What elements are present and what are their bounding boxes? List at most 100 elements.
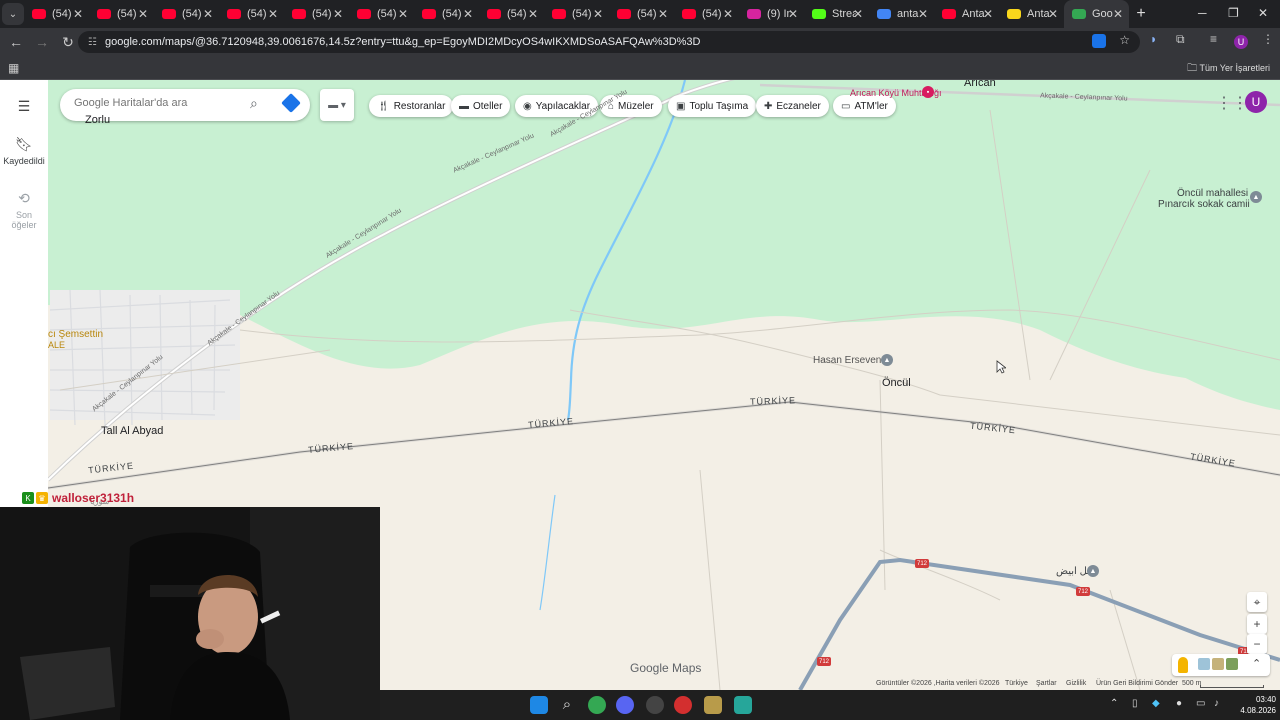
menu-kebab-icon[interactable]: ⋮ [1262, 32, 1274, 46]
category-chip[interactable]: ▭ ATM'ler [833, 95, 896, 117]
extensions-icon[interactable]: ⧉ [1176, 32, 1185, 47]
place-label-semsettin[interactable]: cı Şemsettin [48, 329, 103, 340]
discord-icon[interactable] [616, 696, 634, 714]
new-tab-button[interactable]: + [1129, 5, 1153, 23]
back-icon[interactable]: ← [4, 30, 28, 54]
windows-start-icon[interactable] [530, 696, 548, 714]
tab-close-icon[interactable]: ✕ [658, 7, 668, 21]
place-label-arican[interactable]: Arıcan [964, 80, 996, 89]
place-label-oncul-mosque-2[interactable]: Pınarcık sokak camii [1158, 199, 1250, 210]
bookmark-star-icon[interactable]: ☆ [1119, 33, 1130, 47]
tab-close-icon[interactable]: ✕ [203, 7, 213, 21]
place-label-zorlu[interactable]: Zorlu [85, 114, 110, 126]
browser-tab[interactable]: (54) ✕ [479, 0, 544, 28]
address-bar[interactable]: ☷ google.com/maps/@36.7120948,39.0061676… [78, 31, 1140, 53]
saved-button[interactable]: 🔖︎ Kaydedildi [0, 136, 48, 166]
layers-panel[interactable]: ⌃ [1172, 654, 1270, 676]
tab-close-icon[interactable]: ✕ [918, 7, 928, 21]
browser-tab[interactable]: Goo ✕ [1064, 0, 1129, 28]
place-label-hasan[interactable]: Hasan Erseven [813, 355, 881, 366]
category-chip[interactable]: 🍴︎ Restoranlar [369, 95, 454, 117]
browser-tab[interactable]: (54) ✕ [349, 0, 414, 28]
maximize-icon[interactable]: ❐ [1228, 6, 1239, 20]
zoom-out-button[interactable]: − [1247, 634, 1267, 654]
apps-grid-icon[interactable]: ▦ [8, 61, 19, 75]
app-red-icon[interactable] [674, 696, 692, 714]
profile-avatar[interactable]: U [1234, 35, 1248, 49]
mosque-poi-icon[interactable]: ▲ [1250, 191, 1262, 203]
menu-button[interactable]: ☰ [0, 98, 48, 118]
category-chip[interactable]: ▬ Oteller [451, 95, 511, 117]
my-location-button[interactable]: ⌖ [1247, 592, 1267, 612]
tab-close-icon[interactable]: ✕ [463, 7, 473, 21]
tab-close-icon[interactable]: ✕ [1048, 7, 1058, 21]
browser-tab[interactable]: (54) ✕ [609, 0, 674, 28]
browser-tab[interactable]: (54) ✕ [24, 0, 89, 28]
hasan-poi-icon[interactable]: ▲ [881, 354, 893, 366]
browser-tab[interactable]: (54) ✕ [414, 0, 479, 28]
tray-volume-icon[interactable]: ♪ [1214, 698, 1219, 709]
pegman-icon[interactable] [1178, 657, 1188, 673]
url-text[interactable]: google.com/maps/@36.7120948,39.0061676,1… [105, 36, 701, 48]
browser-tab[interactable]: (54) ✕ [544, 0, 609, 28]
all-bookmarks-button[interactable]: 🗀 Tüm Yer İşaretleri [1187, 61, 1270, 78]
tab-close-icon[interactable]: ✕ [593, 7, 603, 21]
tab-close-icon[interactable]: ✕ [138, 7, 148, 21]
scale-label[interactable]: 500 m [1182, 680, 1201, 687]
notepad-icon[interactable] [734, 696, 752, 714]
tab-close-icon[interactable]: ✕ [333, 7, 343, 21]
browser-tab[interactable]: Anta ✕ [999, 0, 1064, 28]
directions-icon[interactable] [281, 93, 301, 113]
taskbar-search-icon[interactable]: ⌕ [558, 696, 576, 714]
tab-close-icon[interactable]: ✕ [853, 7, 863, 21]
tab-close-icon[interactable]: ✕ [983, 7, 993, 21]
browser-tab[interactable]: (54) ✕ [89, 0, 154, 28]
obs-icon[interactable] [646, 696, 664, 714]
layer-thumb-3[interactable] [1226, 658, 1238, 670]
tab-close-icon[interactable]: ✕ [398, 7, 408, 21]
install-app-icon[interactable] [1092, 34, 1106, 48]
tab-close-icon[interactable]: ✕ [1113, 7, 1123, 21]
search-input[interactable] [74, 97, 244, 109]
attribution-feedback[interactable]: Ürün Geri Bildirimi Gönder [1096, 680, 1178, 687]
government-poi-icon[interactable]: ▪ [922, 86, 934, 98]
attribution-terms[interactable]: Şartlar [1036, 680, 1057, 687]
place-label-arabic[interactable]: تل ابيض [1056, 566, 1090, 577]
reload-icon[interactable]: ↻ [56, 30, 80, 54]
tray-chevron-icon[interactable]: ⌃ [1110, 698, 1118, 709]
reading-list-icon[interactable]: ≡ [1210, 32, 1217, 46]
search-icon[interactable]: ⌕ [250, 95, 258, 112]
tab-close-icon[interactable]: ✕ [73, 7, 83, 21]
app-gold-icon[interactable] [704, 696, 722, 714]
forward-icon[interactable]: → [30, 30, 54, 54]
browser-tab[interactable]: (54) ✕ [154, 0, 219, 28]
maps-user-avatar[interactable]: U [1245, 91, 1267, 113]
zoom-in-button[interactable]: + [1247, 614, 1267, 634]
category-chip[interactable]: ▣ Toplu Taşıma [668, 95, 757, 117]
tab-close-icon[interactable]: ✕ [268, 7, 278, 21]
browser-tab[interactable]: (9) In ✕ [739, 0, 804, 28]
gemini-icon[interactable]: ◗ [1150, 32, 1157, 46]
close-window-icon[interactable]: ✕ [1258, 6, 1268, 20]
recent-button[interactable]: ⟲ Son öğeler [0, 190, 48, 230]
tab-close-icon[interactable]: ✕ [723, 7, 733, 21]
browser-tab[interactable]: (54) ✕ [219, 0, 284, 28]
expand-icon[interactable]: ⌃ [1252, 657, 1261, 670]
browser-tab[interactable]: (54) ✕ [674, 0, 739, 28]
tray-battery-icon[interactable]: ▯ [1132, 698, 1138, 709]
tray-app-icon[interactable]: ◆ [1152, 698, 1160, 709]
browser-tab[interactable]: anta ✕ [869, 0, 934, 28]
browser-tab[interactable]: Strea ✕ [804, 0, 869, 28]
place-label-ale[interactable]: ALE [48, 340, 65, 350]
tray-network-icon[interactable]: ▭ [1196, 698, 1205, 709]
minimize-icon[interactable]: ─ [1198, 6, 1207, 20]
attribution-privacy[interactable]: Gizlilik [1066, 680, 1086, 687]
tab-search-button[interactable]: ⌄ [2, 3, 24, 25]
place-label-tall-al-abyad[interactable]: Tall Al Abyad [101, 425, 163, 437]
place-label-oncul[interactable]: Öncül [882, 377, 911, 389]
chrome-icon[interactable] [588, 696, 606, 714]
arabic-poi-icon[interactable]: ▲ [1087, 565, 1099, 577]
category-chip[interactable]: ✚ Eczaneler [756, 95, 829, 117]
attribution-country[interactable]: Türkiye [1005, 680, 1028, 687]
layer-toggle-button[interactable]: ▬ ▾ [320, 89, 354, 121]
